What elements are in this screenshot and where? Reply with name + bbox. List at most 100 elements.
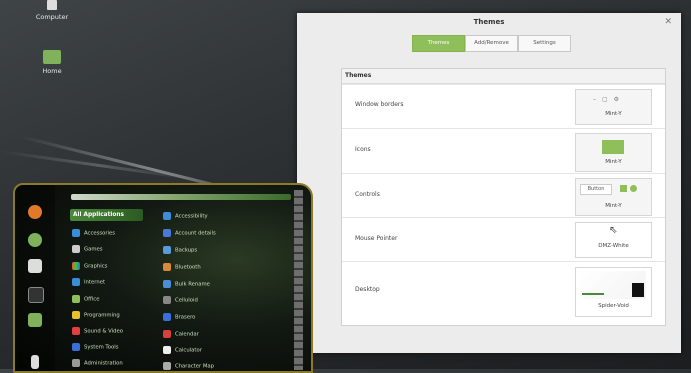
- app-item[interactable]: Calculator: [163, 346, 202, 354]
- administration-icon: [72, 359, 80, 367]
- checkbox-icon: [620, 185, 627, 192]
- app-item[interactable]: Backups: [163, 246, 197, 254]
- menu-search-bar[interactable]: [71, 194, 291, 200]
- app-item[interactable]: Celluloid: [163, 296, 198, 304]
- category-internet[interactable]: Internet: [72, 278, 105, 286]
- pointer-icon: ⇖: [609, 225, 618, 236]
- category-label: Internet: [84, 279, 106, 286]
- bluetooth-icon: [163, 263, 171, 271]
- menu-scrollbar[interactable]: [294, 190, 303, 370]
- app-item[interactable]: Bulk Rename: [163, 280, 210, 288]
- theme-row-mouse-pointer: Mouse Pointer ⇖ DMZ-White: [342, 217, 665, 262]
- app-item[interactable]: Calendar: [163, 330, 199, 338]
- row-label: Desktop: [355, 286, 380, 293]
- desktop-icon-home[interactable]: Home: [22, 50, 82, 75]
- tab-themes[interactable]: Themes: [412, 35, 465, 52]
- row-label: Icons: [355, 146, 371, 153]
- window-controls-icon: –▢⚙: [593, 96, 626, 103]
- category-label: Programming: [84, 312, 120, 319]
- category-label: Games: [84, 246, 103, 253]
- desktop-preview-button[interactable]: Spider-Void: [575, 267, 652, 317]
- folder-icon: [43, 50, 61, 64]
- office-icon: [72, 295, 80, 303]
- backups-icon: [163, 246, 171, 254]
- folder-icon: [602, 140, 624, 154]
- desktop-icon-label: Computer: [35, 13, 69, 21]
- category-office[interactable]: Office: [72, 295, 99, 303]
- games-icon: [72, 245, 80, 253]
- window-titlebar[interactable]: Themes ✕: [297, 13, 681, 31]
- calendar-icon: [163, 330, 171, 338]
- category-games[interactable]: Games: [72, 245, 103, 253]
- internet-icon: [72, 278, 80, 286]
- sound-video-icon: [72, 327, 80, 335]
- category-label: System Tools: [84, 344, 119, 351]
- close-icon[interactable]: ✕: [664, 13, 672, 31]
- tab-bar: Themes Add/Remove Settings: [412, 35, 571, 52]
- folder-icon[interactable]: [28, 313, 42, 327]
- mouse-pointer-preview-button[interactable]: ⇖ DMZ-White: [575, 222, 652, 258]
- graphics-icon: [72, 262, 80, 270]
- app-item[interactable]: Brasero: [163, 313, 195, 321]
- row-label: Controls: [355, 191, 380, 198]
- preview-caption: Mint-Y: [605, 159, 622, 165]
- thumbnail-streak: [582, 293, 604, 295]
- accessories-icon: [72, 229, 80, 237]
- app-item[interactable]: Accessibility: [163, 212, 208, 220]
- app-label: Bulk Rename: [175, 281, 210, 288]
- app-label: Calendar: [175, 331, 199, 338]
- preview-caption: DMZ-White: [598, 243, 629, 249]
- brasero-icon: [163, 313, 171, 321]
- accessibility-icon: [163, 212, 171, 220]
- tab-add-remove[interactable]: Add/Remove: [465, 35, 518, 52]
- terminal-icon[interactable]: [28, 287, 44, 303]
- category-accessories[interactable]: Accessories: [72, 229, 115, 237]
- app-item[interactable]: Bluetooth: [163, 263, 201, 271]
- computer-icon: [47, 0, 57, 10]
- system-tools-icon: [72, 343, 80, 351]
- desktop-icon-computer[interactable]: Computer: [22, 0, 82, 21]
- preview-caption: Spider-Void: [598, 303, 629, 309]
- themes-window: Themes ✕ Themes Add/Remove Settings Them…: [297, 13, 681, 353]
- firefox-icon[interactable]: [28, 205, 42, 219]
- category-programming[interactable]: Programming: [72, 311, 120, 319]
- app-label: Accessibility: [175, 213, 208, 220]
- app-item[interactable]: Account details: [163, 229, 216, 237]
- category-label: Administration: [84, 360, 123, 367]
- account-icon: [163, 229, 171, 237]
- desktop-thumbnail: [580, 271, 646, 299]
- radio-icon: [630, 185, 637, 192]
- row-label: Window borders: [355, 101, 404, 108]
- category-label: Graphics: [84, 263, 108, 270]
- software-manager-icon[interactable]: [28, 233, 42, 247]
- settings-icon[interactable]: [28, 259, 42, 273]
- theme-row-controls: Controls Button Mint-Y: [342, 173, 665, 218]
- bulk-rename-icon: [163, 280, 171, 288]
- category-sound-video[interactable]: Sound & Video: [72, 327, 123, 335]
- tab-settings[interactable]: Settings: [518, 35, 571, 52]
- app-label: Celluloid: [175, 297, 198, 304]
- category-label: Office: [84, 296, 100, 303]
- lock-icon[interactable]: [31, 355, 39, 369]
- category-all-applications[interactable]: All Applications: [70, 209, 143, 221]
- row-label: Mouse Pointer: [355, 235, 398, 242]
- icons-preview-button[interactable]: Mint-Y: [575, 133, 652, 172]
- favorites-sidebar: [15, 185, 55, 371]
- app-label: Calculator: [175, 347, 202, 354]
- window-borders-preview-button[interactable]: –▢⚙ Mint-Y: [575, 89, 652, 125]
- category-graphics[interactable]: Graphics: [72, 262, 107, 270]
- controls-preview-button[interactable]: Button Mint-Y: [575, 178, 652, 216]
- preview-caption: Mint-Y: [605, 111, 622, 117]
- thumbnail-panel: [632, 283, 644, 297]
- category-label: Sound & Video: [84, 328, 124, 335]
- category-administration[interactable]: Administration: [72, 359, 123, 367]
- category-label: Accessories: [84, 230, 116, 237]
- category-system-tools[interactable]: System Tools: [72, 343, 118, 351]
- window-title: Themes: [473, 18, 505, 26]
- app-label: Backups: [175, 247, 198, 254]
- programming-icon: [72, 311, 80, 319]
- celluloid-icon: [163, 296, 171, 304]
- app-label: Account details: [175, 230, 216, 237]
- application-menu: All Applications Accessories Games Graph…: [13, 183, 313, 373]
- section-title: Themes: [342, 69, 665, 84]
